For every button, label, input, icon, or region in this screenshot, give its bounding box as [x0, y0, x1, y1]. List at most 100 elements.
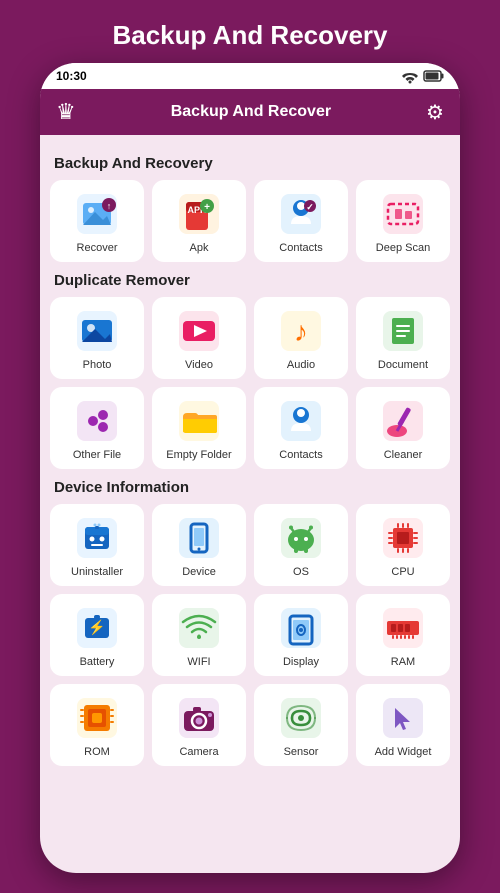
- grid-item-wifi[interactable]: WIFI: [152, 594, 246, 676]
- grid-item-apk[interactable]: APK + Apk: [152, 180, 246, 262]
- rom-icon-box: [75, 696, 119, 740]
- empty-folder-label: Empty Folder: [166, 449, 231, 461]
- grid-item-add-widget[interactable]: Add Widget: [356, 684, 450, 766]
- grid-item-device[interactable]: Device: [152, 504, 246, 586]
- audio-icon-box: ♪: [279, 309, 323, 353]
- other-file-label: Other File: [73, 449, 121, 461]
- apk-label: Apk: [190, 242, 209, 254]
- camera-icon: [179, 698, 219, 738]
- uninstaller-icon-box: [75, 516, 119, 560]
- add-widget-icon: [383, 698, 423, 738]
- grid-item-display[interactable]: Display: [254, 594, 348, 676]
- grid-item-ram[interactable]: RAM: [356, 594, 450, 676]
- grid-item-cpu[interactable]: CPU: [356, 504, 450, 586]
- audio-icon: ♪: [281, 311, 321, 351]
- svg-text:♪: ♪: [294, 316, 308, 347]
- battery-icon-box: ⚡: [75, 606, 119, 650]
- empty-folder-icon: [179, 401, 219, 441]
- device-grid: Uninstaller Device: [50, 504, 450, 766]
- device-label: Device: [182, 566, 216, 578]
- other-file-icon-box: [75, 399, 119, 443]
- grid-item-contacts-dup[interactable]: Contacts: [254, 387, 348, 469]
- document-icon: [383, 311, 423, 351]
- ram-icon: [383, 608, 423, 648]
- contacts-dup-label: Contacts: [279, 449, 322, 461]
- sensor-label: Sensor: [284, 746, 319, 758]
- battery-label: Battery: [80, 656, 115, 668]
- apk-icon: APK +: [179, 194, 219, 234]
- cpu-icon: [383, 518, 423, 558]
- wifi-status-icon: [402, 70, 418, 82]
- wifi-label: WIFI: [187, 656, 210, 668]
- camera-label: Camera: [179, 746, 218, 758]
- uninstaller-icon: [77, 518, 117, 558]
- settings-icon[interactable]: ⚙: [426, 100, 444, 125]
- rom-icon: [77, 698, 117, 738]
- display-icon-box: [279, 606, 323, 650]
- cleaner-icon-box: [381, 399, 425, 443]
- wifi-icon-box: [177, 606, 221, 650]
- ram-label: RAM: [391, 656, 415, 668]
- grid-item-rom[interactable]: ROM: [50, 684, 144, 766]
- video-label: Video: [185, 359, 213, 371]
- empty-folder-icon-box: [177, 399, 221, 443]
- status-bar: 10:30: [40, 63, 460, 89]
- sensor-icon: [281, 698, 321, 738]
- battery-status-icon: [424, 70, 444, 82]
- uninstaller-label: Uninstaller: [71, 566, 123, 578]
- add-widget-label: Add Widget: [375, 746, 432, 758]
- recover-label: Recover: [77, 242, 118, 254]
- document-icon-box: [381, 309, 425, 353]
- cleaner-label: Cleaner: [384, 449, 423, 461]
- os-icon: [281, 518, 321, 558]
- section-device: Device Information: [50, 479, 450, 766]
- grid-item-empty-folder[interactable]: Empty Folder: [152, 387, 246, 469]
- cleaner-icon: [383, 401, 423, 441]
- recover-icon: ↑: [77, 194, 117, 234]
- phone-frame: 10:30 ♛ Backup And Recover ⚙ Backup And …: [40, 63, 460, 873]
- grid-item-other-file[interactable]: Other File: [50, 387, 144, 469]
- grid-item-battery[interactable]: ⚡ Battery: [50, 594, 144, 676]
- section-title-backup: Backup And Recovery: [54, 155, 446, 172]
- cpu-label: CPU: [391, 566, 414, 578]
- os-icon-box: [279, 516, 323, 560]
- page-title: Backup And Recovery: [112, 0, 387, 63]
- duplicate-grid: Photo Video: [50, 297, 450, 469]
- video-icon-box: [177, 309, 221, 353]
- grid-item-os[interactable]: OS: [254, 504, 348, 586]
- status-icons: [402, 70, 444, 82]
- grid-item-uninstaller[interactable]: Uninstaller: [50, 504, 144, 586]
- grid-item-document[interactable]: Document: [356, 297, 450, 379]
- deep-scan-icon-box: [381, 192, 425, 236]
- grid-item-video[interactable]: Video: [152, 297, 246, 379]
- other-file-icon: [77, 401, 117, 441]
- grid-item-contacts-backup[interactable]: ✓ Contacts: [254, 180, 348, 262]
- document-label: Document: [378, 359, 428, 371]
- app-header: ♛ Backup And Recover ⚙: [40, 89, 460, 135]
- grid-item-sensor[interactable]: Sensor: [254, 684, 348, 766]
- section-title-duplicate: Duplicate Remover: [54, 272, 446, 289]
- camera-icon-box: [177, 696, 221, 740]
- photo-icon-box: [75, 309, 119, 353]
- wifi-icon: [179, 608, 219, 648]
- svg-text:+: +: [204, 202, 210, 213]
- section-backup: Backup And Recovery: [50, 155, 450, 262]
- section-title-device: Device Information: [54, 479, 446, 496]
- main-content: Backup And Recovery: [40, 135, 460, 782]
- grid-item-photo[interactable]: Photo: [50, 297, 144, 379]
- svg-text:⚡: ⚡: [88, 619, 105, 636]
- cpu-icon-box: [381, 516, 425, 560]
- grid-item-deep-scan[interactable]: Deep Scan: [356, 180, 450, 262]
- grid-item-cleaner[interactable]: Cleaner: [356, 387, 450, 469]
- device-icon: [179, 518, 219, 558]
- grid-item-recover[interactable]: ↑ Recover: [50, 180, 144, 262]
- grid-item-camera[interactable]: Camera: [152, 684, 246, 766]
- add-widget-icon-box: [381, 696, 425, 740]
- rom-label: ROM: [84, 746, 110, 758]
- photo-label: Photo: [83, 359, 112, 371]
- os-label: OS: [293, 566, 309, 578]
- app-header-title: Backup And Recover: [171, 103, 331, 121]
- contacts-dup-icon-box: [279, 399, 323, 443]
- grid-item-audio[interactable]: ♪ Audio: [254, 297, 348, 379]
- section-duplicate: Duplicate Remover Photo: [50, 272, 450, 469]
